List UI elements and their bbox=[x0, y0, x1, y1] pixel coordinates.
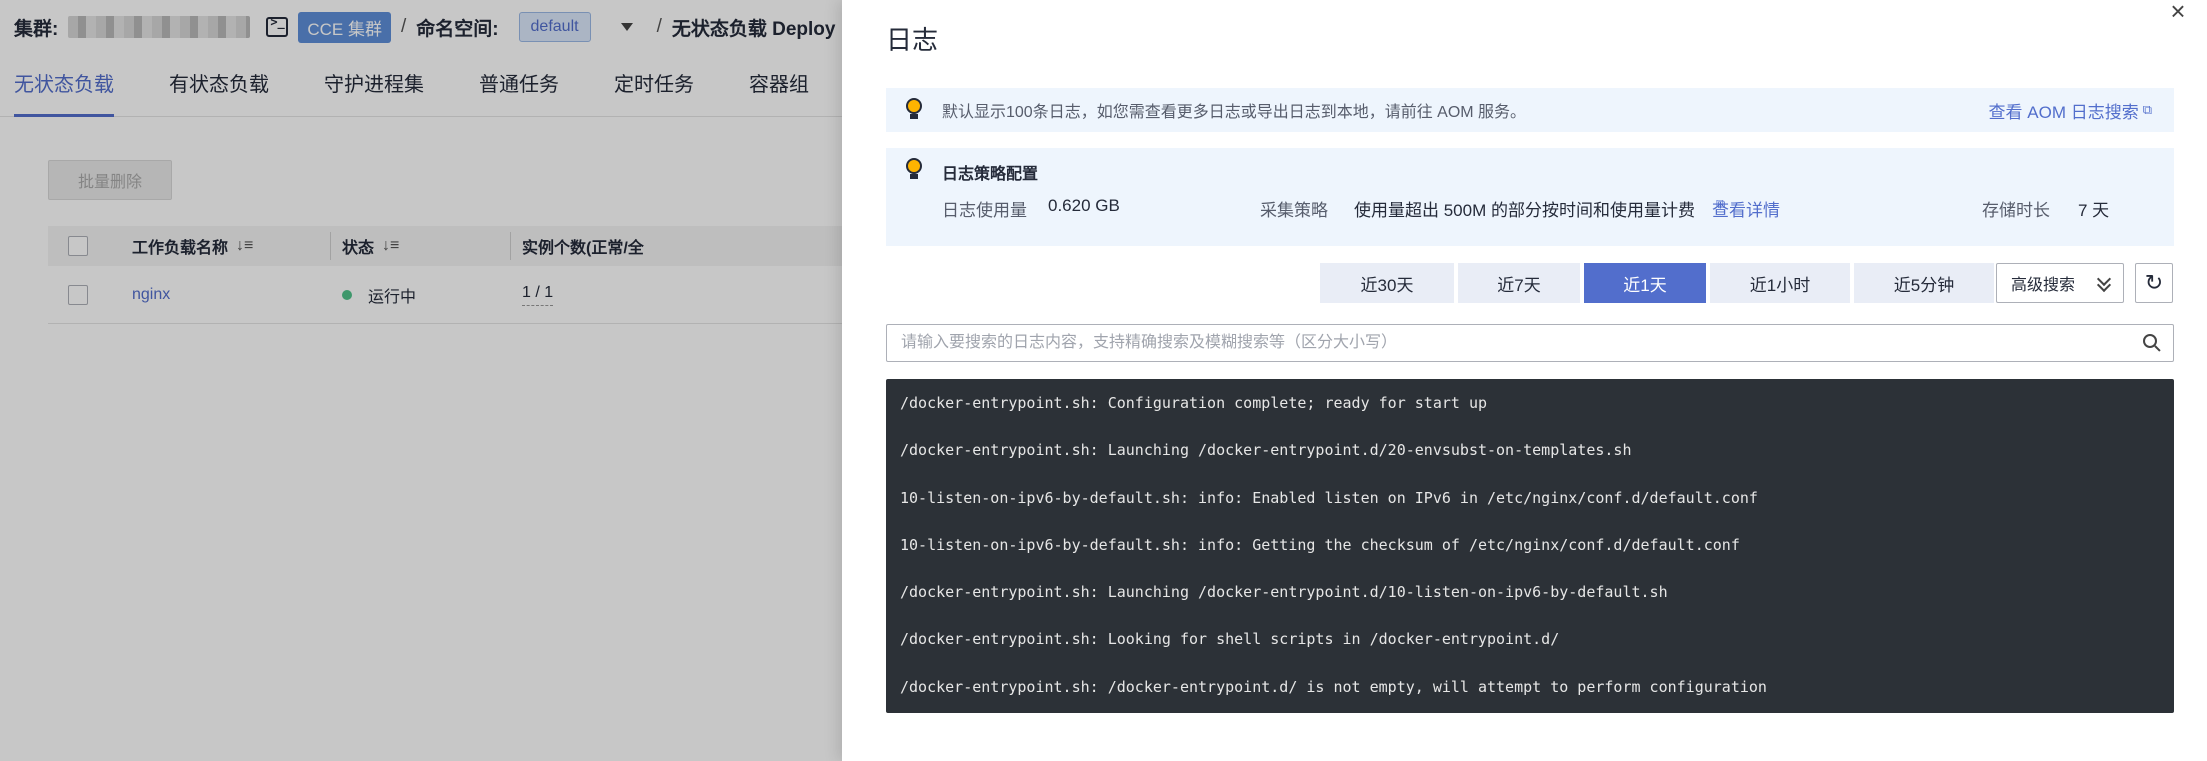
log-info-notice: 默认显示100条日志，如您需查看更多日志或导出日志到本地，请前往 AOM 服务。… bbox=[886, 88, 2174, 132]
time-range-selector: 近30天 近7天 近1天 近1小时 近5分钟 bbox=[1320, 263, 1994, 303]
log-line: /docker-entrypoint.sh: Looking for shell… bbox=[900, 630, 1560, 649]
advanced-search-button[interactable]: 高级搜索 bbox=[1996, 263, 2124, 303]
log-line: 10-listen-on-ipv6-by-default.sh: info: G… bbox=[900, 535, 1740, 554]
external-link-icon: ⧉ bbox=[1716, 196, 1726, 211]
strategy-label: 采集策略 bbox=[1260, 201, 1328, 220]
range-7-days[interactable]: 近7天 bbox=[1458, 263, 1580, 303]
retention-value: 7 天 bbox=[2078, 201, 2110, 220]
range-5-minutes[interactable]: 近5分钟 bbox=[1854, 263, 1994, 303]
aom-log-search-link-label[interactable]: 查看 AOM 日志搜索 bbox=[1989, 98, 2139, 123]
log-search-input[interactable] bbox=[887, 325, 2173, 361]
lightbulb-icon bbox=[906, 158, 922, 180]
retention-label: 存储时长 bbox=[1982, 201, 2050, 220]
advanced-search-label: 高级搜索 bbox=[2011, 277, 2076, 294]
notice-text: 默认显示100条日志，如您需查看更多日志或导出日志到本地，请前往 AOM 服务。 bbox=[942, 104, 1527, 121]
close-icon[interactable]: × bbox=[2167, 0, 2189, 24]
log-output[interactable]: /docker-entrypoint.sh: Configuration com… bbox=[886, 379, 2174, 713]
range-1-day[interactable]: 近1天 bbox=[1584, 263, 1706, 303]
log-line: /docker-entrypoint.sh: Launching /docker… bbox=[900, 441, 1632, 460]
range-1-hour[interactable]: 近1小时 bbox=[1710, 263, 1850, 303]
log-line: /docker-entrypoint.sh: /docker-entrypoin… bbox=[900, 677, 1767, 696]
drawer-title: 日志 bbox=[886, 25, 939, 55]
usage-label: 日志使用量 bbox=[942, 201, 1027, 220]
log-line: 10-listen-on-ipv6-by-default.sh: info: E… bbox=[900, 488, 1758, 507]
log-policy-panel: 日志策略配置 日志使用量 0.620 GB 采集策略 使用量超出 500M 的部… bbox=[886, 148, 2174, 246]
log-drawer: 日志 × 默认显示100条日志，如您需查看更多日志或导出日志到本地，请前往 AO… bbox=[842, 0, 2207, 761]
usage-value: 0.620 GB bbox=[1048, 196, 1120, 215]
log-search-box bbox=[886, 324, 2174, 362]
refresh-icon: ↻ bbox=[2144, 270, 2164, 295]
aom-log-search-link[interactable]: 查看 AOM 日志搜索 ⧉ bbox=[1989, 88, 2152, 132]
lightbulb-icon bbox=[906, 98, 922, 120]
refresh-button[interactable]: ↻ bbox=[2135, 263, 2173, 303]
range-30-days[interactable]: 近30天 bbox=[1320, 263, 1454, 303]
search-icon[interactable] bbox=[2143, 334, 2161, 352]
log-line: /docker-entrypoint.sh: Configuration com… bbox=[900, 394, 1487, 412]
strategy-value: 使用量超出 500M 的部分按时间和使用量计费 bbox=[1354, 201, 1695, 220]
policy-title: 日志策略配置 bbox=[942, 166, 1039, 183]
external-link-icon: ⧉ bbox=[2142, 102, 2152, 117]
log-line: /docker-entrypoint.sh: Launching /docker… bbox=[900, 583, 1668, 602]
